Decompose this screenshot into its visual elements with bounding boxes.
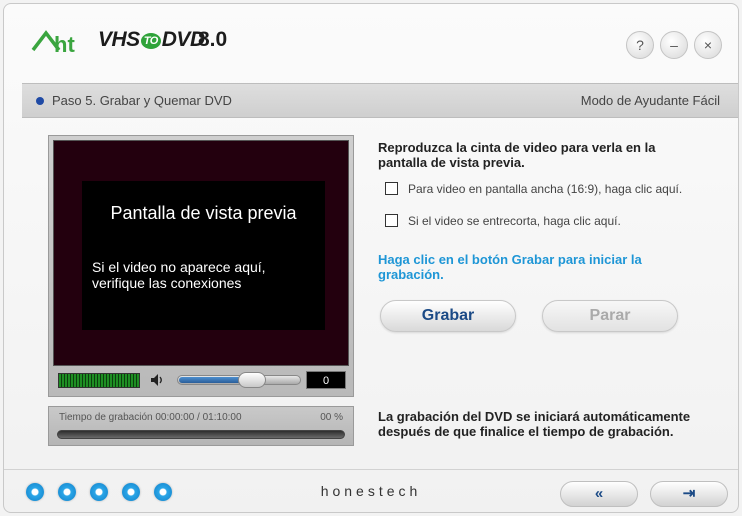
mode-label: Modo de Ayudante Fácil xyxy=(580,93,720,108)
recording-time-panel: Tiempo de grabación 00:00:00 / 01:10:00 … xyxy=(48,406,354,446)
minimize-button[interactable]: – xyxy=(660,31,688,59)
footer-bar: honestech « ⇥ xyxy=(4,469,738,512)
record-hint: Haga clic en el botón Grabar para inicia… xyxy=(378,252,642,282)
title-bar: ht VHS TO DVD 8.0 ? – × xyxy=(4,4,738,76)
recording-progress-bar xyxy=(57,430,345,439)
instruction-text: Reproduzca la cinta de video para verla … xyxy=(378,140,656,170)
preview-controls: 0 xyxy=(53,368,349,392)
widescreen-checkbox[interactable] xyxy=(385,182,398,195)
close-icon: × xyxy=(703,37,713,53)
app-logo-text: VHS TO DVD xyxy=(98,28,205,51)
exit-icon: ⇥ xyxy=(682,485,696,502)
app-version: 8.0 xyxy=(198,28,228,51)
logo-to-badge: TO xyxy=(140,33,161,49)
preview-panel: Pantalla de vista previa Si el video no … xyxy=(48,135,354,397)
widescreen-option[interactable]: Para video en pantalla ancha (16:9), hag… xyxy=(385,182,682,196)
close-button[interactable]: × xyxy=(694,31,722,59)
minimize-icon: – xyxy=(670,37,678,53)
step-label: Paso 5. Grabar y Quemar DVD xyxy=(52,93,232,108)
preview-title: Pantalla de vista previa xyxy=(110,203,297,223)
help-icon: ? xyxy=(636,37,644,53)
back-button[interactable]: « xyxy=(560,481,638,507)
app-window: ht VHS TO DVD 8.0 ? – × Paso 5. Grabar y Q… xyxy=(3,3,739,513)
volume-slider[interactable] xyxy=(177,372,301,388)
stutter-option[interactable]: Si el video se entrecorta, haga clic aqu… xyxy=(385,214,621,228)
widescreen-option-label: Para video en pantalla ancha (16:9), hag… xyxy=(408,182,683,196)
exit-button[interactable]: ⇥ xyxy=(650,481,728,507)
stutter-checkbox[interactable] xyxy=(385,214,398,227)
preview-message: Si el video no aparece aquí, verifique l… xyxy=(92,259,266,291)
back-icon: « xyxy=(594,485,604,502)
ht-logo-icon: ht xyxy=(31,30,75,54)
stop-button[interactable]: Parar xyxy=(542,300,678,332)
step-bullet-icon xyxy=(36,97,44,105)
help-button[interactable]: ? xyxy=(626,31,654,59)
preview-screen: Pantalla de vista previa Si el video no … xyxy=(53,140,349,366)
record-button[interactable]: Grabar xyxy=(380,300,516,332)
preview-placeholder: Pantalla de vista previa Si el video no … xyxy=(82,181,325,330)
volume-slider-thumb[interactable] xyxy=(238,372,267,388)
counter-display: 0 xyxy=(306,371,346,389)
audio-level-meter xyxy=(58,373,140,388)
volume-icon[interactable] xyxy=(149,372,165,388)
svg-text:ht: ht xyxy=(54,32,75,54)
stutter-option-label: Si el video se entrecorta, haga clic aqu… xyxy=(408,214,621,228)
recording-footnote: La grabación del DVD se iniciará automát… xyxy=(378,409,691,439)
recording-percent: 00 % xyxy=(320,412,343,423)
recording-time-label: Tiempo de grabación 00:00:00 / 01:10:00 xyxy=(59,412,242,423)
step-bar: Paso 5. Grabar y Quemar DVD Modo de Ayud… xyxy=(22,83,738,118)
